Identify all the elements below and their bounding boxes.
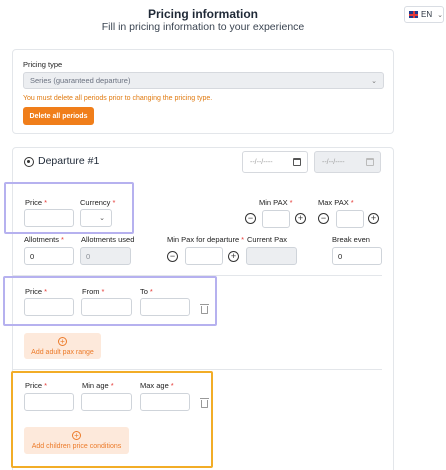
min-pax-departure-decrement-icon[interactable]: − [167,251,178,262]
allotments-input[interactable]: 0 [24,247,74,265]
currency-label: Currency * [80,198,116,207]
start-date-placeholder: --/--/---- [250,158,273,166]
min-age-label: Min age * [82,381,114,390]
current-pax-input [246,247,297,265]
max-pax-increment-icon[interactable]: + [368,213,379,224]
end-date-placeholder: --/--/---- [322,158,345,166]
pricing-type-value: Series (guaranteed departure) [30,76,131,85]
language-code: EN [421,10,433,19]
break-even-label: Break even [332,235,370,244]
plus-circle-icon: + [72,431,81,440]
adult-price-input[interactable] [24,298,74,316]
add-adult-pax-range-button[interactable]: + Add adult pax range [24,333,101,359]
departure-title: Departure #1 [38,155,100,167]
pricing-type-warning: You must delete all periods prior to cha… [23,95,213,102]
adult-to-label: To * [140,287,153,296]
add-children-price-conditions-label: Add children price conditions [31,443,122,450]
price-label: Price * [25,198,48,207]
break-even-input[interactable]: 0 [332,247,382,265]
current-pax-label: Current Pax [247,235,288,244]
uk-flag-icon [409,11,418,18]
calendar-icon[interactable] [293,158,301,166]
child-price-label: Price * [25,381,48,390]
min-pax-label: Min PAX * [259,198,293,207]
max-pax-decrement-icon[interactable]: − [318,213,329,224]
price-input[interactable] [24,209,74,227]
chevron-down-icon: ⌄ [371,77,377,85]
delete-all-periods-button[interactable]: Delete all periods [23,107,94,125]
plus-circle-icon: + [58,336,67,346]
max-age-input[interactable] [140,393,190,411]
min-pax-departure-increment-icon[interactable]: + [228,251,239,262]
page-title: Pricing information [147,7,258,21]
min-pax-increment-icon[interactable]: + [295,213,306,224]
chevron-down-icon: ⌄ [99,215,105,222]
min-pax-input[interactable] [262,210,290,228]
trash-icon[interactable] [200,398,209,408]
adult-from-label: From * [82,287,105,296]
add-children-price-conditions-button[interactable]: + Add children price conditions [24,427,129,454]
max-pax-label: Max PAX * [318,198,354,207]
min-pax-departure-input[interactable] [185,247,223,265]
min-age-input[interactable] [81,393,132,411]
page-subtitle: Fill in pricing information to your expe… [101,21,305,33]
divider [12,369,382,370]
child-price-input[interactable] [24,393,74,411]
allotments-used-label: Allotments used [81,235,135,244]
calendar-icon [366,158,374,166]
min-pax-decrement-icon[interactable]: − [245,213,256,224]
min-pax-departure-label: Min Pax for departure * [167,235,245,244]
max-age-label: Max age * [140,381,174,390]
adult-from-input[interactable] [81,298,132,316]
allotments-used-input: 0 [80,247,131,265]
pricing-type-select[interactable]: Series (guaranteed departure) ⌄ [23,72,384,89]
departure-start-date[interactable]: --/--/---- [242,151,308,173]
departure-radio[interactable] [24,157,34,167]
departure-end-date[interactable]: --/--/---- [314,151,381,173]
adult-price-label: Price * [25,287,48,296]
language-selector[interactable]: EN ⌄ [404,6,444,23]
add-adult-pax-range-label: Add adult pax range [31,348,94,356]
pricing-type-label: Pricing type [23,60,63,69]
chevron-down-icon: ⌄ [437,11,443,19]
max-pax-input[interactable] [336,210,364,228]
currency-select[interactable]: ⌄ [80,209,112,227]
allotments-label: Allotments * [24,235,64,244]
trash-icon[interactable] [200,304,209,314]
adult-to-input[interactable] [140,298,190,316]
